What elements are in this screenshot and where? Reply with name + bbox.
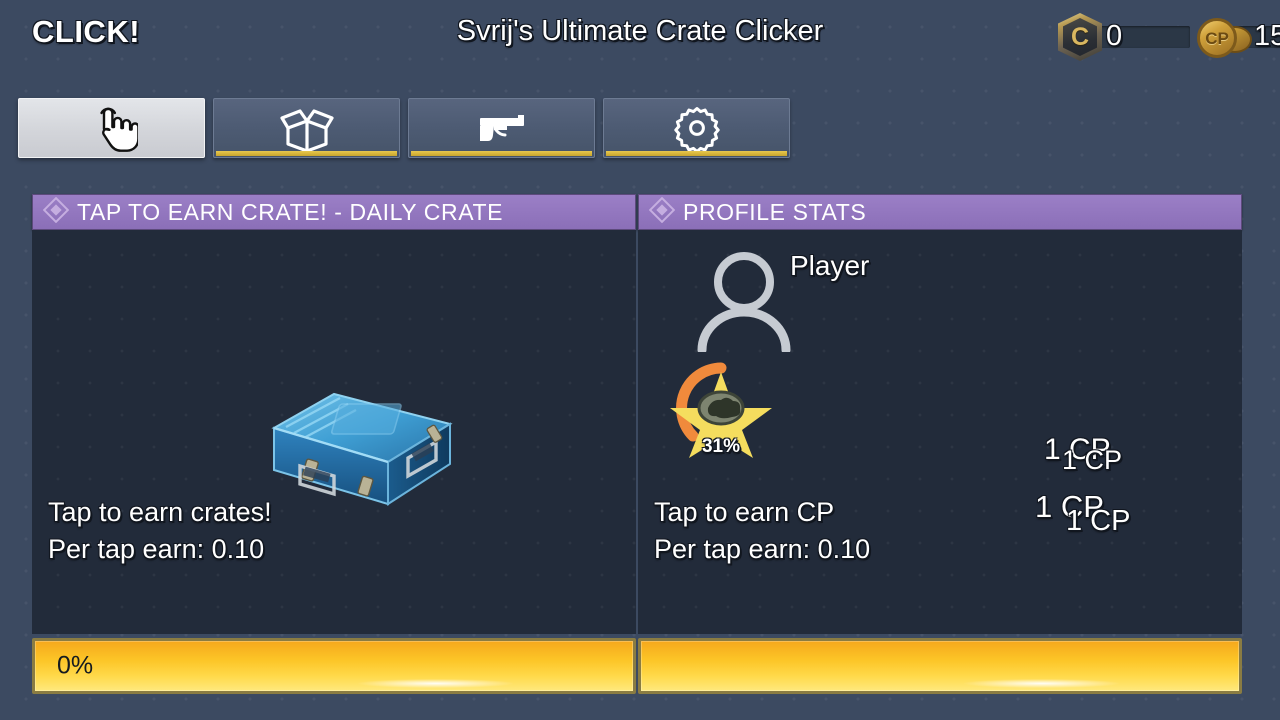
- crate-count-value: 0: [1106, 20, 1123, 52]
- currency-cp: CP 1503: [1196, 15, 1280, 59]
- player-name: Player: [790, 250, 870, 281]
- left-tap-text: Tap to earn crates!: [48, 496, 272, 527]
- tab-clicker[interactable]: [18, 98, 205, 158]
- currency-crate: C 0: [1058, 13, 1190, 61]
- right-panel-header: PROFILE STATS: [638, 194, 1242, 230]
- diamond-icon: [648, 196, 676, 228]
- open-box-icon: [278, 103, 336, 153]
- top-bar: CLICK! Svrij's Ultimate Crate Clicker C …: [0, 0, 1280, 72]
- right-panel-title: PROFILE STATS: [683, 198, 867, 225]
- left-per-tap-text: Per tap earn: 0.10: [48, 533, 265, 564]
- gear-icon: [673, 104, 721, 152]
- cp-coin-icon: CP: [1196, 15, 1252, 59]
- user-avatar-icon: [688, 248, 800, 357]
- floating-cp-text: 1 CP: [1066, 505, 1131, 537]
- left-progress-bar: 0%: [32, 638, 636, 694]
- cp-count-value: 1503: [1254, 20, 1280, 52]
- tab-bar: [18, 98, 790, 158]
- tab-crates[interactable]: [213, 98, 400, 158]
- right-panel-body[interactable]: Player 31% Tap to earn CP Per tap earn: …: [638, 230, 1242, 634]
- pistol-icon: [474, 108, 530, 148]
- left-panel: TAP TO EARN CRATE! - DAILY CRATE Tap to …: [32, 194, 636, 694]
- diamond-icon: [42, 196, 70, 228]
- right-panel: PROFILE STATS Player 31% Tap to earn CP …: [638, 194, 1242, 694]
- tab-settings[interactable]: [603, 98, 790, 158]
- right-progress-bar: [638, 638, 1242, 694]
- blue-weapon-crate-icon[interactable]: [260, 382, 460, 527]
- left-panel-footer-text: Tap to earn crates! Per tap earn: 0.10: [48, 494, 272, 569]
- left-panel-header: TAP TO EARN CRATE! - DAILY CRATE: [32, 194, 636, 230]
- crate-badge-icon: C: [1058, 13, 1102, 61]
- cp-coin-symbol: CP: [1205, 28, 1229, 48]
- floating-cp-text: 1 CP: [1062, 445, 1123, 475]
- tap-hand-icon: [86, 103, 138, 153]
- right-tap-text: Tap to earn CP: [654, 496, 835, 527]
- right-per-tap-text: Per tap earn: 0.10: [654, 533, 871, 564]
- left-progress-label: 0%: [57, 651, 94, 680]
- crate-badge-symbol: C: [1070, 22, 1090, 51]
- right-panel-footer-text: Tap to earn CP Per tap earn: 0.10: [654, 494, 870, 569]
- star-level-icon: [666, 358, 776, 467]
- left-panel-body[interactable]: Tap to earn crates! Per tap earn: 0.10: [32, 230, 636, 634]
- left-panel-title: TAP TO EARN CRATE! - DAILY CRATE: [77, 198, 504, 225]
- tab-weapons[interactable]: [408, 98, 595, 158]
